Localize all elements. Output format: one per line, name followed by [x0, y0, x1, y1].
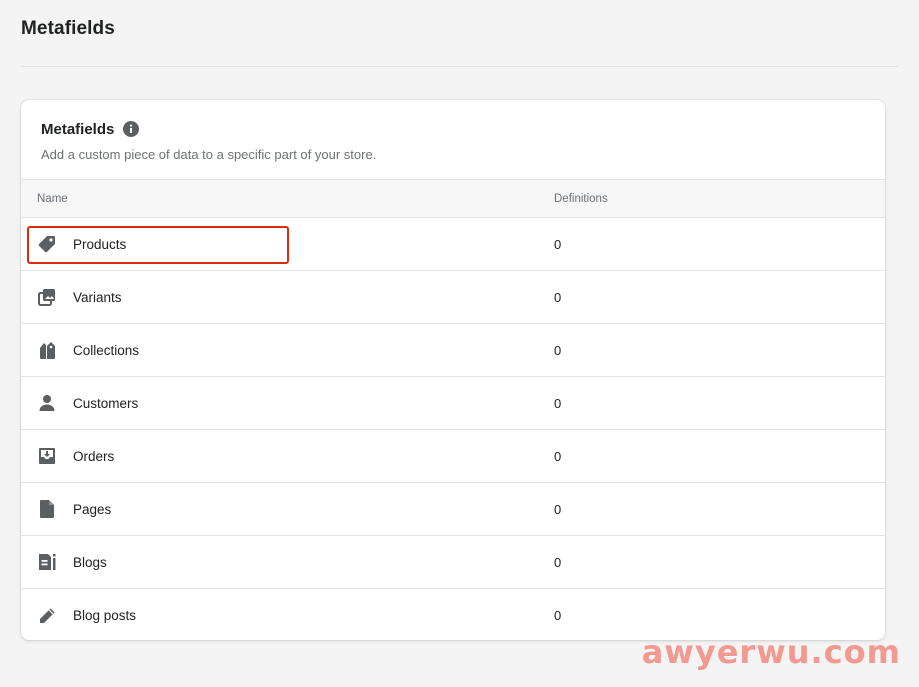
definitions-count: 0 [554, 342, 562, 358]
table-row-products[interactable]: Products 0 [21, 218, 885, 271]
definitions-count: 0 [554, 395, 562, 411]
row-label: Blogs [73, 554, 107, 570]
metafields-card: Metafields Add a custom piece of data to… [21, 100, 885, 640]
definitions-count: 0 [554, 236, 562, 252]
tag-icon [37, 234, 57, 254]
page-title: Metafields [21, 18, 115, 39]
info-icon[interactable] [123, 121, 140, 137]
definitions-count: 0 [554, 554, 562, 570]
table-row-blogs[interactable]: Blogs 0 [21, 536, 885, 589]
definitions-count: 0 [554, 501, 562, 517]
name-cell: Orders [21, 446, 554, 466]
column-header-definitions: Definitions [554, 192, 608, 205]
row-label: Orders [73, 448, 115, 464]
card-title-row: Metafields [41, 120, 865, 138]
watermark-text: awyerwu.com [641, 633, 901, 671]
card-title: Metafields [41, 120, 115, 138]
row-label: Customers [73, 395, 139, 411]
definitions-count: 0 [554, 448, 562, 464]
table-row-orders[interactable]: Orders 0 [21, 430, 885, 483]
row-label: Blog posts [73, 608, 137, 623]
table-row-collections[interactable]: Collections 0 [21, 324, 885, 377]
table-row-variants[interactable]: Variants 0 [21, 271, 885, 324]
row-label: Pages [73, 501, 112, 517]
row-label: Variants [73, 289, 122, 305]
card-subtitle: Add a custom piece of data to a specific… [41, 147, 377, 162]
name-cell: Products [21, 234, 554, 254]
title-divider [21, 66, 898, 67]
blogs-icon [37, 552, 57, 572]
collections-icon [37, 340, 57, 360]
table-body: Products 0 Variants 0 Collections 0 Cust… [21, 218, 885, 640]
variants-icon [37, 287, 57, 307]
orders-icon [37, 446, 57, 466]
page-icon [37, 499, 57, 519]
name-cell: Variants [21, 287, 554, 307]
pencil-icon [37, 606, 57, 626]
name-cell: Customers [21, 393, 554, 413]
column-header-name: Name [37, 192, 68, 205]
table-row-customers[interactable]: Customers 0 [21, 377, 885, 430]
row-label: Collections [73, 342, 140, 358]
row-label: Products [73, 236, 127, 252]
name-cell: Blog posts [21, 606, 554, 626]
name-cell: Collections [21, 340, 554, 360]
name-cell: Blogs [21, 552, 554, 572]
definitions-count: 0 [554, 608, 562, 623]
definitions-count: 0 [554, 289, 562, 305]
table-row-pages[interactable]: Pages 0 [21, 483, 885, 536]
name-cell: Pages [21, 499, 554, 519]
customer-icon [37, 393, 57, 413]
card-header: Metafields Add a custom piece of data to… [21, 100, 885, 180]
table-header: Name Definitions [21, 180, 885, 218]
